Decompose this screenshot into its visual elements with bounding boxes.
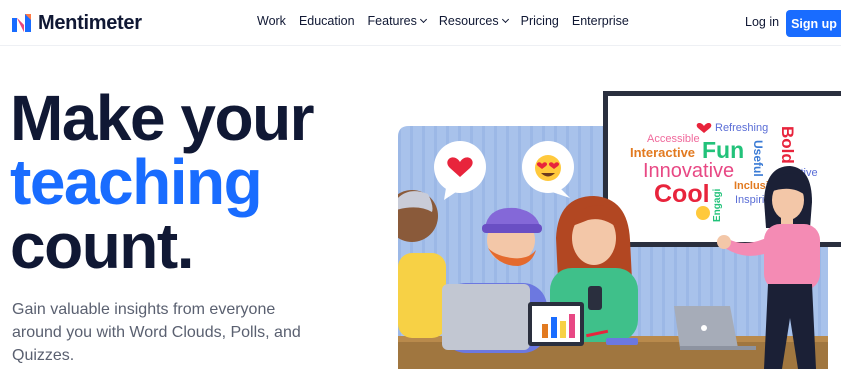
signup-button[interactable]: Sign up: [786, 10, 841, 37]
classroom-illustration: Refreshing Bold Accessible Interactive F…: [398, 91, 841, 369]
chevron-down-icon: [419, 15, 427, 24]
nav-item-label: Features: [367, 14, 417, 28]
nav-item-pricing[interactable]: Pricing: [521, 14, 559, 28]
nav-item-label: Resources: [438, 14, 499, 28]
chevron-down-icon: [501, 15, 509, 24]
nav-item-label: Education: [298, 14, 355, 28]
nav-item-label: Pricing: [520, 14, 559, 28]
top-navbar: Mentimeter Work Education Features Resou…: [0, 0, 841, 46]
nav-item-work[interactable]: Work: [257, 14, 286, 28]
laptop-back: [442, 284, 530, 350]
word-cool: Cool: [654, 180, 710, 208]
hero-title-line-2: teaching: [10, 146, 263, 218]
main-nav: Work Education Features Resources Pricin…: [257, 14, 629, 28]
word-innovative: Innovative: [643, 160, 734, 182]
word-interactive: Interactive: [630, 145, 695, 160]
nav-item-label: Work: [257, 14, 286, 28]
hero-title-line-3: count.: [10, 210, 194, 282]
hero-subtitle: Gain valuable insights from everyone aro…: [12, 301, 301, 364]
word-inclusive: Engagi: [712, 188, 723, 222]
book: [606, 338, 638, 345]
word-bold: Bold: [778, 126, 797, 164]
nav-item-label: Enterprise: [571, 14, 629, 28]
login-link[interactable]: Log in: [745, 15, 779, 29]
hero-title: Make your teaching count.: [10, 82, 315, 282]
tablet-chart: [528, 302, 584, 346]
word-useful: Useful: [751, 140, 765, 177]
brand-name: Mentimeter: [38, 12, 142, 34]
nav-item-education[interactable]: Education: [299, 14, 355, 28]
mentimeter-logo-icon: [12, 14, 31, 32]
hero-title-line-1: Make your: [10, 82, 315, 154]
mentimeter-logo[interactable]: Mentimeter: [12, 12, 142, 34]
word-accessible: Accessible: [647, 133, 700, 145]
word-refreshing: Refreshing: [715, 122, 768, 134]
nav-item-features[interactable]: Features: [367, 14, 427, 28]
nav-item-enterprise[interactable]: Enterprise: [572, 14, 629, 28]
heart-eyes-emoji-icon: [535, 155, 561, 181]
hero-illustration: Refreshing Bold Accessible Interactive F…: [398, 88, 841, 369]
smile-emoji-icon: [696, 206, 710, 220]
nav-item-resources[interactable]: Resources: [438, 14, 509, 28]
